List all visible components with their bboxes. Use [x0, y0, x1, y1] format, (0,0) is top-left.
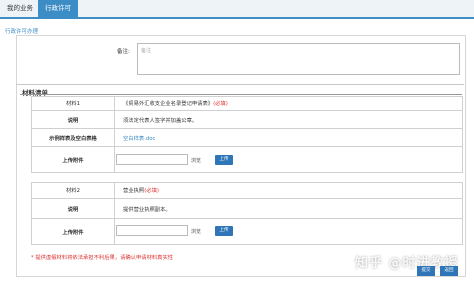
material1-upload-key: 上传附件	[32, 147, 115, 172]
back-button[interactable]: 返回	[440, 266, 458, 276]
materials-title-rule	[20, 94, 462, 95]
material2-upload-key: 上传附件	[32, 219, 115, 244]
sample-doc-link[interactable]: 空白样表.doc	[123, 129, 155, 146]
divider	[16, 84, 464, 85]
material2-name: 营业执照 (必填)	[123, 182, 159, 198]
material1-desc-key: 说明	[32, 111, 115, 128]
material1-file-input[interactable]	[116, 154, 188, 165]
material2-required-badge: (必填)	[144, 188, 159, 194]
top-tab-bar: 我的业务 行政许可	[0, 0, 474, 19]
material1-upload-button[interactable]: 上传	[215, 155, 233, 165]
material1-browse-button[interactable]: 浏览	[191, 157, 201, 164]
note-textarea[interactable]: 备注	[137, 43, 460, 75]
material2-row: 材料2 营业执照 (必填)	[31, 182, 463, 199]
material1-sample-row: 示例样表及空白表格 空白样表.doc	[31, 129, 463, 147]
material1-desc-row: 说明 须法定代表人签字并加盖公章。	[31, 111, 463, 129]
material1-required-badge: (必填)	[213, 101, 228, 107]
material1-row: 材料1 《贸易外汇收支企业名录登记申请表》 (必填)	[31, 96, 463, 111]
note-label: 备注:	[117, 49, 130, 55]
material1-name-text: 《贸易外汇收支企业名录登记申请表》	[123, 101, 214, 107]
material2-upload-button[interactable]: 上传	[215, 226, 233, 236]
material1-name: 《贸易外汇收支企业名录登记申请表》 (必填)	[123, 96, 228, 110]
submit-button[interactable]: 提交	[417, 266, 435, 276]
material1-desc: 须法定代表人签字并加盖公章。	[123, 117, 198, 124]
material2-name-text: 营业执照	[123, 188, 145, 194]
note-placeholder: 备注	[141, 48, 152, 54]
material2-file-input[interactable]	[116, 225, 188, 236]
material2-key: 材料2	[32, 182, 115, 198]
material2-browse-button[interactable]: 浏览	[191, 228, 201, 235]
tab-administrative-license[interactable]: 行政许可	[38, 0, 78, 17]
material2-desc-row: 说明 提供营业执照副本。	[31, 199, 463, 219]
material2-desc-key: 说明	[32, 199, 115, 218]
truthfulness-warning: * 提供虚假材料将依法承担不利后果，请确认申请材料真实性	[31, 255, 174, 261]
material2-desc: 提供营业执照副本。	[123, 206, 171, 213]
material2-upload-row: 上传附件 浏览 上传	[31, 219, 463, 245]
material1-upload-row: 上传附件 浏览 上传	[31, 147, 463, 173]
material1-sample-key: 示例样表及空白表格	[32, 129, 115, 146]
breadcrumb[interactable]: 行政许可办理	[5, 27, 38, 35]
tab-my-business[interactable]: 我的业务	[3, 0, 37, 17]
material1-key: 材料1	[32, 96, 115, 110]
